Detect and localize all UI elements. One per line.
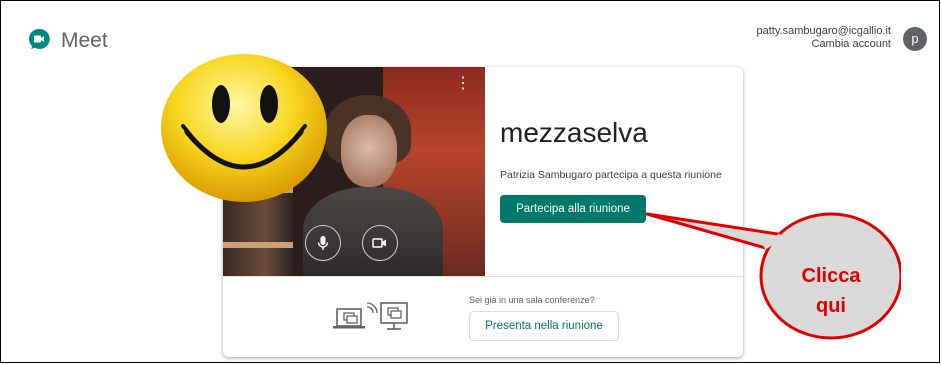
meet-logo-icon[interactable] — [27, 27, 51, 51]
video-shelf — [223, 242, 293, 248]
cast-screen-icon — [333, 302, 408, 330]
conference-room-question: Sei già in una sala conferenze? — [469, 295, 595, 305]
callout-line-2: qui — [816, 295, 846, 317]
app-name: Meet — [61, 29, 108, 52]
screen-frame: Meet patty.sambugaro@icgallio.it Cambia … — [0, 0, 940, 363]
video-person-face — [341, 115, 397, 187]
smiley-sticker — [161, 54, 327, 202]
participants-text: Patrizia Sambugaro partecipa a questa ri… — [500, 169, 722, 181]
switch-account-link[interactable]: Cambia account — [757, 38, 892, 51]
present-meeting-button[interactable]: Presenta nella riunione — [469, 311, 619, 341]
account-email: patty.sambugaro@icgallio.it — [756, 25, 891, 37]
microphone-button[interactable] — [305, 225, 341, 261]
camera-icon — [372, 238, 386, 248]
account-info: patty.sambugaro@icgallio.it Cambia accou… — [757, 25, 891, 51]
microphone-icon — [317, 236, 329, 250]
callout-text: Clicca qui — [776, 261, 886, 321]
more-vert-icon[interactable]: ⋮ — [455, 76, 471, 92]
camera-button[interactable] — [362, 225, 398, 261]
meeting-name: mezzaselva — [500, 117, 648, 148]
top-bar: Meet patty.sambugaro@icgallio.it Cambia … — [1, 1, 939, 71]
avatar[interactable]: p — [903, 27, 927, 51]
callout-line-1: Clicca — [801, 265, 861, 287]
